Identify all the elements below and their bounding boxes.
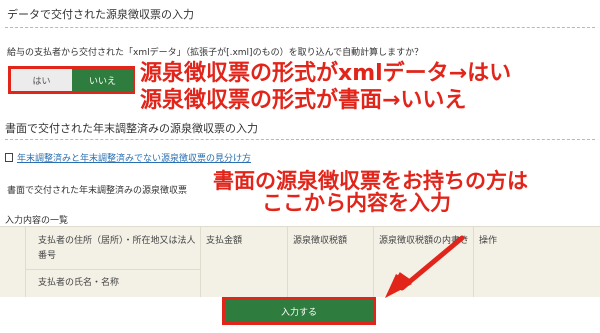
arrow-to-button-icon [385,235,465,298]
enter-button[interactable]: 入力する [222,297,376,325]
